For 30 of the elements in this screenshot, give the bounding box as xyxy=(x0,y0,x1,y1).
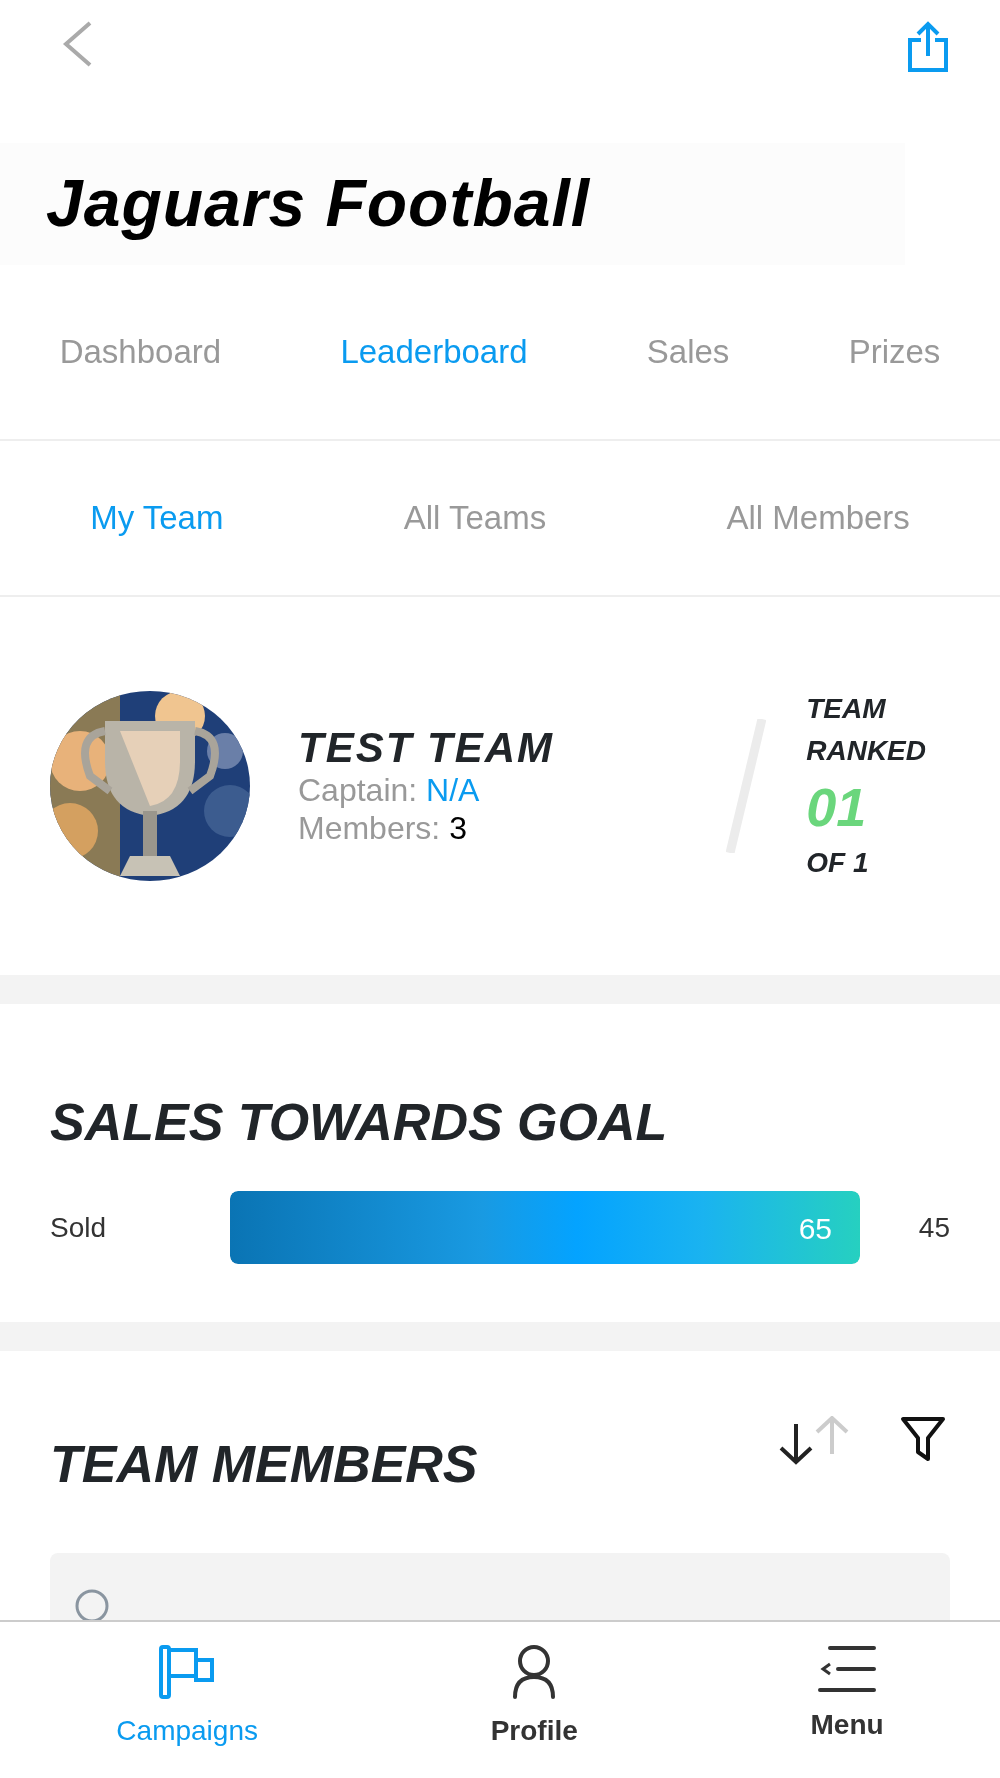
tab[interactable]: Sales xyxy=(646,327,730,377)
captain-link[interactable]: N/A xyxy=(426,771,480,808)
nav-tab[interactable]: Campaigns xyxy=(116,1622,258,1778)
progress-value: 65 xyxy=(798,1210,832,1247)
filter-icon[interactable] xyxy=(900,1416,946,1462)
members-count: 3 xyxy=(449,810,467,847)
person-icon xyxy=(512,1644,557,1700)
tab[interactable]: Dashboard xyxy=(59,327,222,377)
goal-value: 45 xyxy=(918,1210,950,1245)
tab[interactable]: Leaderboard xyxy=(340,327,528,377)
tab[interactable]: All Members xyxy=(726,493,910,543)
tab[interactable]: Prizes xyxy=(848,327,941,377)
team-name: TEST TEAM xyxy=(298,724,555,771)
tab[interactable]: All Teams xyxy=(403,493,547,543)
captain-label: Captain: xyxy=(298,771,418,808)
share-icon[interactable] xyxy=(906,20,950,74)
section-title: TEAM MEMBERS xyxy=(50,1436,478,1494)
page-title: Jaguars Football xyxy=(46,165,591,243)
progress-label: Sold xyxy=(50,1210,108,1245)
members-label: Members: xyxy=(298,810,441,847)
rank-total: OF 1 xyxy=(806,846,870,881)
rank-label: TEAM xyxy=(806,691,887,726)
nav-tab[interactable]: Menu xyxy=(810,1622,884,1778)
flag-icon xyxy=(158,1644,217,1700)
nav-tab[interactable]: Profile xyxy=(490,1622,578,1778)
tab[interactable]: My Team xyxy=(90,493,224,543)
menu-icon xyxy=(818,1644,877,1694)
rank-number: 01 xyxy=(806,775,868,839)
section-title: SALES TOWARDS GOAL xyxy=(50,1094,669,1152)
rank-label: RANKED xyxy=(806,733,926,768)
